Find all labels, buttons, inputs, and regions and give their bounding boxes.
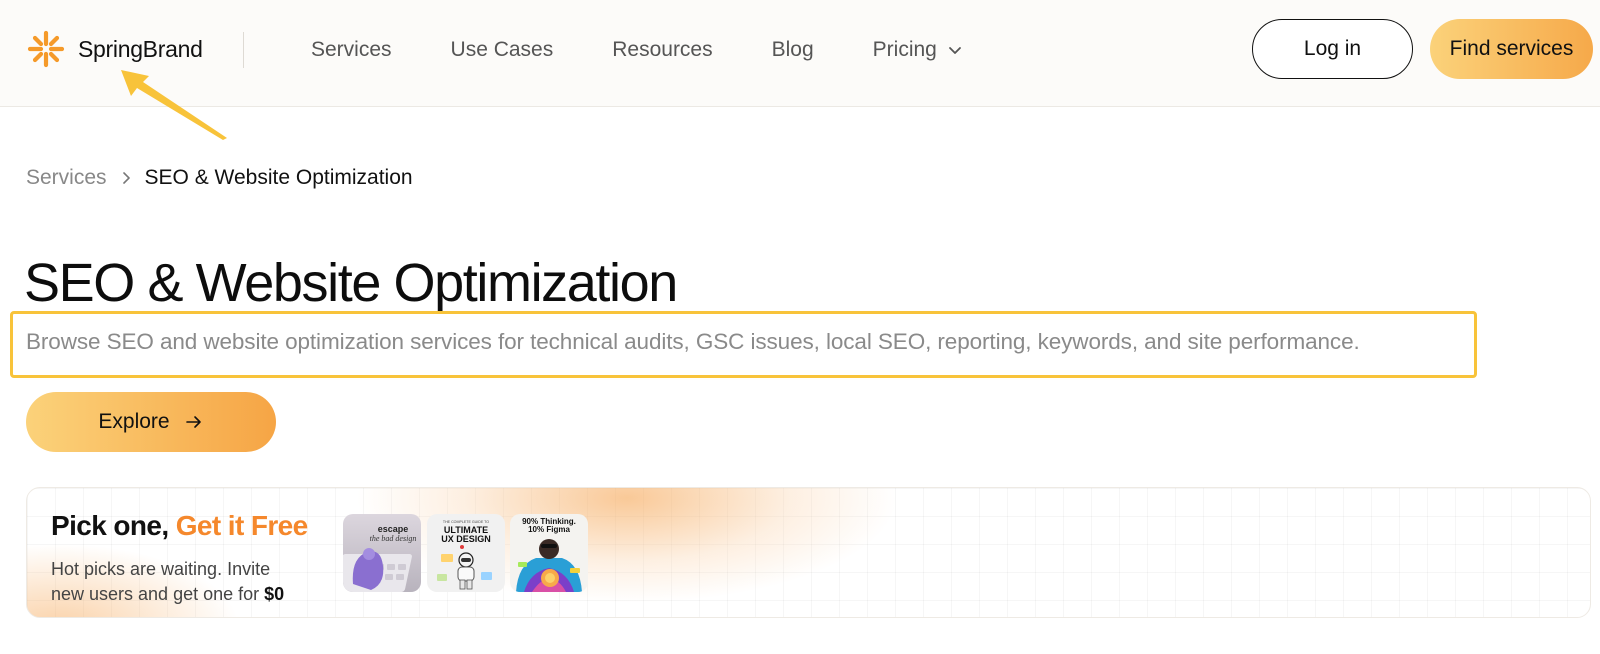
explore-label: Explore <box>98 410 170 433</box>
nav-item-use-cases[interactable]: Use Cases <box>451 38 554 62</box>
promo-price: $0 <box>264 584 285 604</box>
nav-label: Resources <box>612 37 713 61</box>
nav-label: Pricing <box>872 37 937 61</box>
promo-title: Pick one, Get it Free <box>51 510 308 542</box>
thumb-text: the bad design <box>370 534 417 543</box>
page-title: SEO & Website Optimization <box>24 253 678 313</box>
thumb-text: THE COMPLETE GUIDE TO <box>443 520 489 524</box>
main-nav: Services Use Cases Resources Blog Pricin… <box>311 0 1022 99</box>
nav-item-services[interactable]: Services <box>311 38 392 62</box>
breadcrumb: Services SEO & Website Optimization <box>26 166 413 190</box>
thumb-text: UX DESIGN <box>441 534 491 544</box>
promo-banner[interactable]: Pick one, Get it Free Hot picks are wait… <box>26 487 1591 618</box>
explore-button[interactable]: Explore <box>26 392 276 452</box>
annotation-arrow-icon <box>121 70 227 140</box>
spring-logo-icon <box>27 30 65 68</box>
nav-item-blog[interactable]: Blog <box>772 38 814 62</box>
nav-label: Use Cases <box>450 37 554 61</box>
page-description: Browse SEO and website optimization serv… <box>26 329 1360 354</box>
promo-title-main: Pick one, <box>51 510 176 541</box>
thumb-text: escape <box>378 524 409 534</box>
promo-desc-text: Hot picks are waiting. Invite new users … <box>51 559 271 604</box>
nav-label: Services <box>311 37 392 61</box>
login-button[interactable]: Log in <box>1252 19 1413 79</box>
breadcrumb-current: SEO & Website Optimization <box>144 166 413 189</box>
nav-item-pricing[interactable]: Pricing <box>873 38 963 62</box>
promo-thumbnail[interactable]: THE COMPLETE GUIDE TO ULTIMATE UX DESIGN <box>427 514 505 592</box>
breadcrumb-services-link[interactable]: Services <box>26 166 107 190</box>
nav-item-resources[interactable]: Resources <box>612 38 712 62</box>
thumb-text: 10% Figma <box>528 525 570 534</box>
brand-logo[interactable]: SpringBrand <box>26 29 203 69</box>
promo-title-accent: Get it Free <box>175 510 308 541</box>
promo-description: Hot picks are waiting. Invite new users … <box>51 557 301 607</box>
find-services-button[interactable]: Find services <box>1430 19 1593 79</box>
nav-label: Blog <box>771 37 814 61</box>
chevron-right-icon <box>119 171 133 185</box>
arrow-right-icon <box>185 416 201 428</box>
header-divider <box>243 32 244 68</box>
chevron-down-icon <box>948 46 961 54</box>
promo-thumbnail[interactable]: escape the bad design <box>343 514 421 592</box>
brand-name: SpringBrand <box>78 35 203 62</box>
promo-thumbnail[interactable]: 90% Thinking. 10% Figma <box>510 514 588 592</box>
top-navbar: SpringBrand Services Use Cases Resources… <box>0 0 1600 107</box>
